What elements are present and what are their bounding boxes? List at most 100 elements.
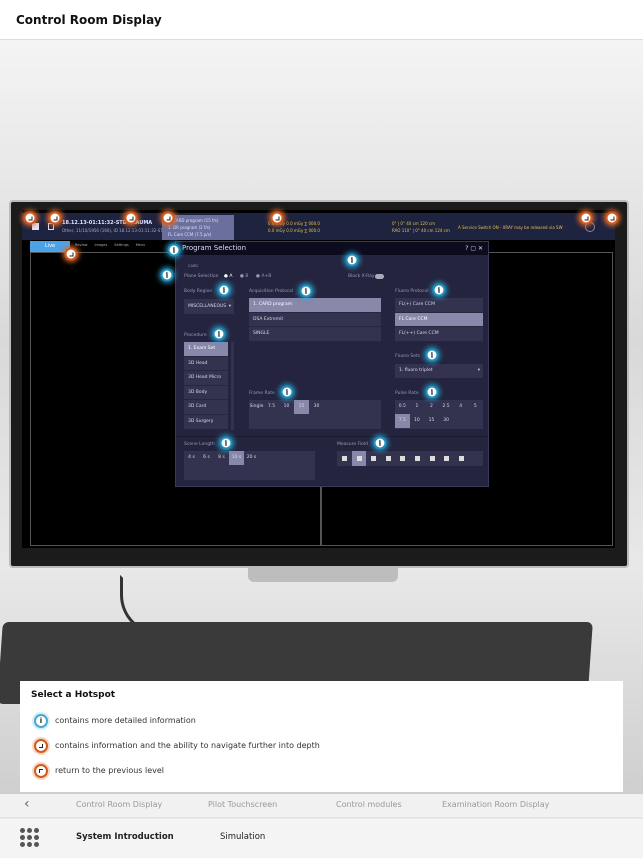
pulse-rate-option[interactable]: 2.5 [439, 400, 454, 414]
info-hotspot-icon[interactable]: i [219, 436, 233, 450]
home-icon[interactable] [32, 223, 39, 230]
fluoro-protocol-item[interactable]: FL Care CCM [395, 312, 483, 328]
pulse-rate-option[interactable]: 4 [453, 400, 468, 414]
plane-option-a[interactable]: ● A [224, 274, 232, 279]
navigate-hotspot-icon[interactable] [161, 211, 175, 225]
frame-rate-option[interactable]: Single [249, 400, 264, 414]
pulse-rate-selector[interactable]: 0.5 1 2 2.5 4 5 7.5 10 15 30 [395, 400, 483, 429]
acquisition-protocol-item[interactable]: DSA Extremit [249, 313, 381, 328]
nav-system-introduction[interactable]: System Introduction [76, 832, 174, 842]
measure-field-option[interactable] [337, 451, 351, 466]
procedure-list[interactable]: 1. Exam Set 3D Head 3D Head Micro 3D Body 3D… [184, 342, 228, 430]
info-hotspot-icon[interactable]: i [299, 284, 313, 298]
angle-row: 0° | 0° 40 cm 120 cm [392, 221, 435, 226]
plane-option-b[interactable]: ● B [240, 274, 248, 279]
measure-field-option[interactable] [410, 451, 424, 466]
body-region-dropdown[interactable]: MISCELLANEOUS ▾ [184, 299, 234, 314]
scene-length-selector[interactable]: 4 s6 s8 s 10 s 20 s [184, 451, 315, 480]
subnav-examination-room-display[interactable]: Examination Room Display [442, 800, 549, 809]
scene-length-option[interactable]: 20 s [244, 451, 259, 465]
pulse-rate-option[interactable]: 2 [424, 400, 439, 414]
procedure-item[interactable]: 3D Card [184, 400, 228, 415]
pulse-rate-option[interactable]: 5 [468, 400, 483, 414]
navigate-hotspot-icon[interactable] [124, 211, 138, 225]
info-hotspot-icon[interactable]: i [167, 243, 181, 257]
info-hotspot-icon[interactable]: i [212, 327, 226, 341]
pulse-rate-option[interactable]: 0.5 [395, 400, 410, 414]
measure-field-option[interactable] [425, 451, 439, 466]
info-hotspot-icon[interactable]: i [425, 348, 439, 362]
plane-option-ab[interactable]: ● A+B [256, 274, 271, 279]
procedure-item[interactable]: 3D Body [184, 386, 228, 401]
frame-rate-selector[interactable]: Single 7.5 10 15 30 [249, 400, 381, 429]
block-xray-toggle[interactable] [375, 274, 384, 279]
measure-field-selector[interactable] [337, 451, 483, 466]
measure-field-option[interactable] [381, 451, 395, 466]
procedure-scrollbar[interactable] [231, 342, 234, 430]
subnav-control-modules[interactable]: Control modules [336, 800, 402, 809]
info-hotspot-icon[interactable]: i [280, 385, 294, 399]
procedure-item[interactable]: 1. Exam Set [184, 342, 228, 357]
procedure-item[interactable]: 3D Surgery [184, 415, 228, 430]
chevron-left-icon[interactable]: ‹ [24, 796, 30, 812]
fluoro-protocol-item[interactable]: FL(++) Care CCM [395, 327, 483, 342]
program-line: 1. DR program (2 f/s) [168, 225, 211, 230]
scene-length-option[interactable]: 10 s [229, 451, 244, 465]
fluoro-sets-value: 1. fluoro triplet [399, 368, 433, 373]
info-hotspot-icon[interactable]: i [373, 436, 387, 450]
nav-simulation[interactable]: Simulation [220, 832, 265, 842]
fluoro-protocol-list[interactable]: FL(+) Care CCM FL Care CCM FL(++) Care CCM [395, 298, 483, 342]
measure-field-option[interactable] [351, 451, 366, 466]
frame-rate-option[interactable]: 15 [294, 400, 309, 414]
card-button[interactable]: CARD [188, 264, 198, 268]
toolbar-menu[interactable]: Menu [136, 243, 146, 247]
info-hotspot-icon[interactable]: i [432, 283, 446, 297]
navigate-hotspot-icon[interactable] [270, 211, 284, 225]
toolbar-images[interactable]: Images [95, 243, 108, 247]
navigate-hotspot-icon[interactable] [48, 211, 62, 225]
legend-item: contains more detailed information [55, 716, 196, 725]
measure-field-option[interactable] [366, 451, 380, 466]
frame-rate-option[interactable]: 30 [309, 400, 324, 414]
subnav-control-room-display[interactable]: Control Room Display [76, 800, 162, 809]
dialog-controls[interactable]: ? ▢ ✕ [465, 242, 483, 255]
measure-field-option[interactable] [454, 451, 468, 466]
navigate-hotspot-icon[interactable] [23, 211, 37, 225]
grid-icon[interactable] [20, 828, 39, 847]
acquisition-protocol-list[interactable]: 1. CARD program DSA Extremit SINGLE [249, 298, 381, 342]
info-hotspot-icon[interactable]: i [345, 253, 359, 267]
info-hotspot-icon[interactable]: i [217, 283, 231, 297]
live-tab[interactable]: Live [30, 241, 70, 252]
subnav-pilot-touchscreen[interactable]: Pilot Touchscreen [208, 800, 277, 809]
plane-selection-label: Plane Selection [184, 274, 219, 279]
scene-length-option[interactable]: 6 s [199, 451, 214, 465]
frame-rate-option[interactable]: 7.5 [264, 400, 279, 414]
page-title: Control Room Display [16, 13, 162, 27]
dialog-title: Program Selection ? ▢ ✕ [176, 242, 488, 255]
scene-length-option[interactable]: 8 s [214, 451, 229, 465]
frame-rate-option[interactable]: 10 [279, 400, 294, 414]
pulse-rate-option[interactable]: 7.5 [395, 414, 410, 428]
info-hotspot-icon[interactable]: i [425, 385, 439, 399]
acquisition-protocol-item[interactable]: SINGLE [249, 327, 381, 342]
hotspot-legend: Select a Hotspot i contains more detaile… [20, 681, 623, 792]
measure-field-option[interactable] [395, 451, 409, 466]
fluoro-protocol-item[interactable]: FL(+) Care CCM [395, 298, 483, 313]
fluoro-sets-dropdown[interactable]: 1. fluoro triplet ▾ [395, 364, 483, 378]
status-message: A Service Switch ON - XRAY may be releas… [458, 225, 563, 230]
pulse-rate-option[interactable]: 15 [424, 414, 439, 428]
acquisition-protocol-item[interactable]: 1. CARD program [249, 298, 381, 313]
procedure-item[interactable]: 3D Head Micro [184, 371, 228, 386]
navigate-hotspot-icon[interactable] [605, 211, 619, 225]
toolbar-settings[interactable]: Settings [114, 243, 128, 247]
toolbar-review[interactable]: Review [75, 243, 88, 247]
scene-length-option[interactable]: 4 s [184, 451, 199, 465]
pulse-rate-option[interactable]: 30 [439, 414, 454, 428]
navigate-hotspot-icon[interactable] [64, 247, 78, 261]
pulse-rate-option[interactable]: 1 [410, 400, 425, 414]
measure-field-option[interactable] [439, 451, 453, 466]
navigate-hotspot-icon[interactable] [579, 211, 593, 225]
info-hotspot-icon[interactable]: i [160, 268, 174, 282]
pulse-rate-option[interactable]: 10 [410, 414, 425, 428]
procedure-item[interactable]: 3D Head [184, 357, 228, 372]
